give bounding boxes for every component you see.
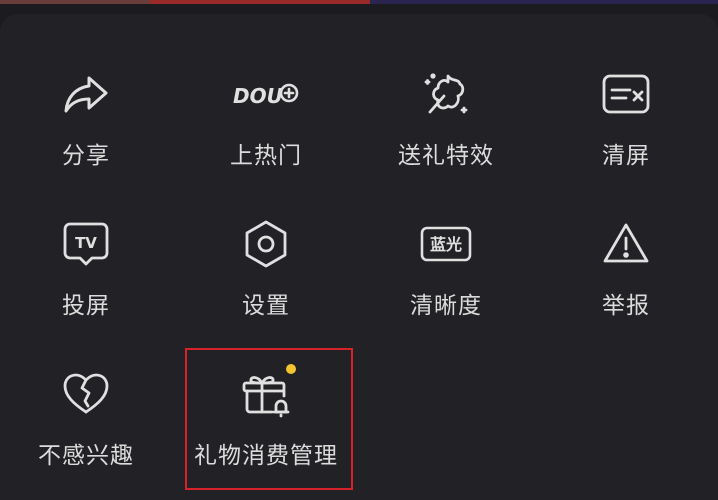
share-icon [58, 66, 114, 122]
tv-text: TV [75, 234, 97, 252]
dou-text: DOU [233, 84, 283, 108]
quality-label: 清晰度 [410, 293, 482, 319]
tv-cast-icon: TV [58, 216, 114, 272]
more-options-sheet: 分享 DOU 上热门 送礼特效 清屏 TV 投屏 设置 蓝光 清晰度 举报 不感… [0, 14, 718, 500]
not-interested-button[interactable]: 不感兴趣 [0, 314, 176, 469]
dou-plus-button[interactable]: DOU 上热门 [176, 14, 356, 169]
highlight-annotation-box [185, 348, 353, 490]
preview-segment [370, 0, 718, 4]
broken-heart-icon [58, 366, 114, 422]
preview-segment [0, 0, 150, 4]
warning-icon [598, 216, 654, 272]
video-preview-strip [0, 0, 718, 4]
not-interested-label: 不感兴趣 [38, 443, 134, 469]
clear-screen-icon [598, 66, 654, 122]
cast-screen-button[interactable]: TV 投屏 [0, 164, 176, 319]
gift-effect-button[interactable]: 送礼特效 [356, 14, 536, 169]
settings-button[interactable]: 设置 [176, 164, 356, 319]
preview-segment [150, 0, 370, 4]
report-button[interactable]: 举报 [536, 164, 716, 319]
quality-button[interactable]: 蓝光 清晰度 [356, 164, 536, 319]
quality-text: 蓝光 [430, 235, 462, 254]
report-label: 举报 [602, 293, 650, 319]
clear-screen-button[interactable]: 清屏 [536, 14, 716, 169]
settings-hexagon-icon [238, 216, 294, 272]
quality-icon: 蓝光 [418, 216, 474, 272]
dou-plus-icon: DOU [233, 66, 299, 122]
gift-effect-icon [418, 66, 474, 122]
share-button[interactable]: 分享 [0, 14, 176, 169]
